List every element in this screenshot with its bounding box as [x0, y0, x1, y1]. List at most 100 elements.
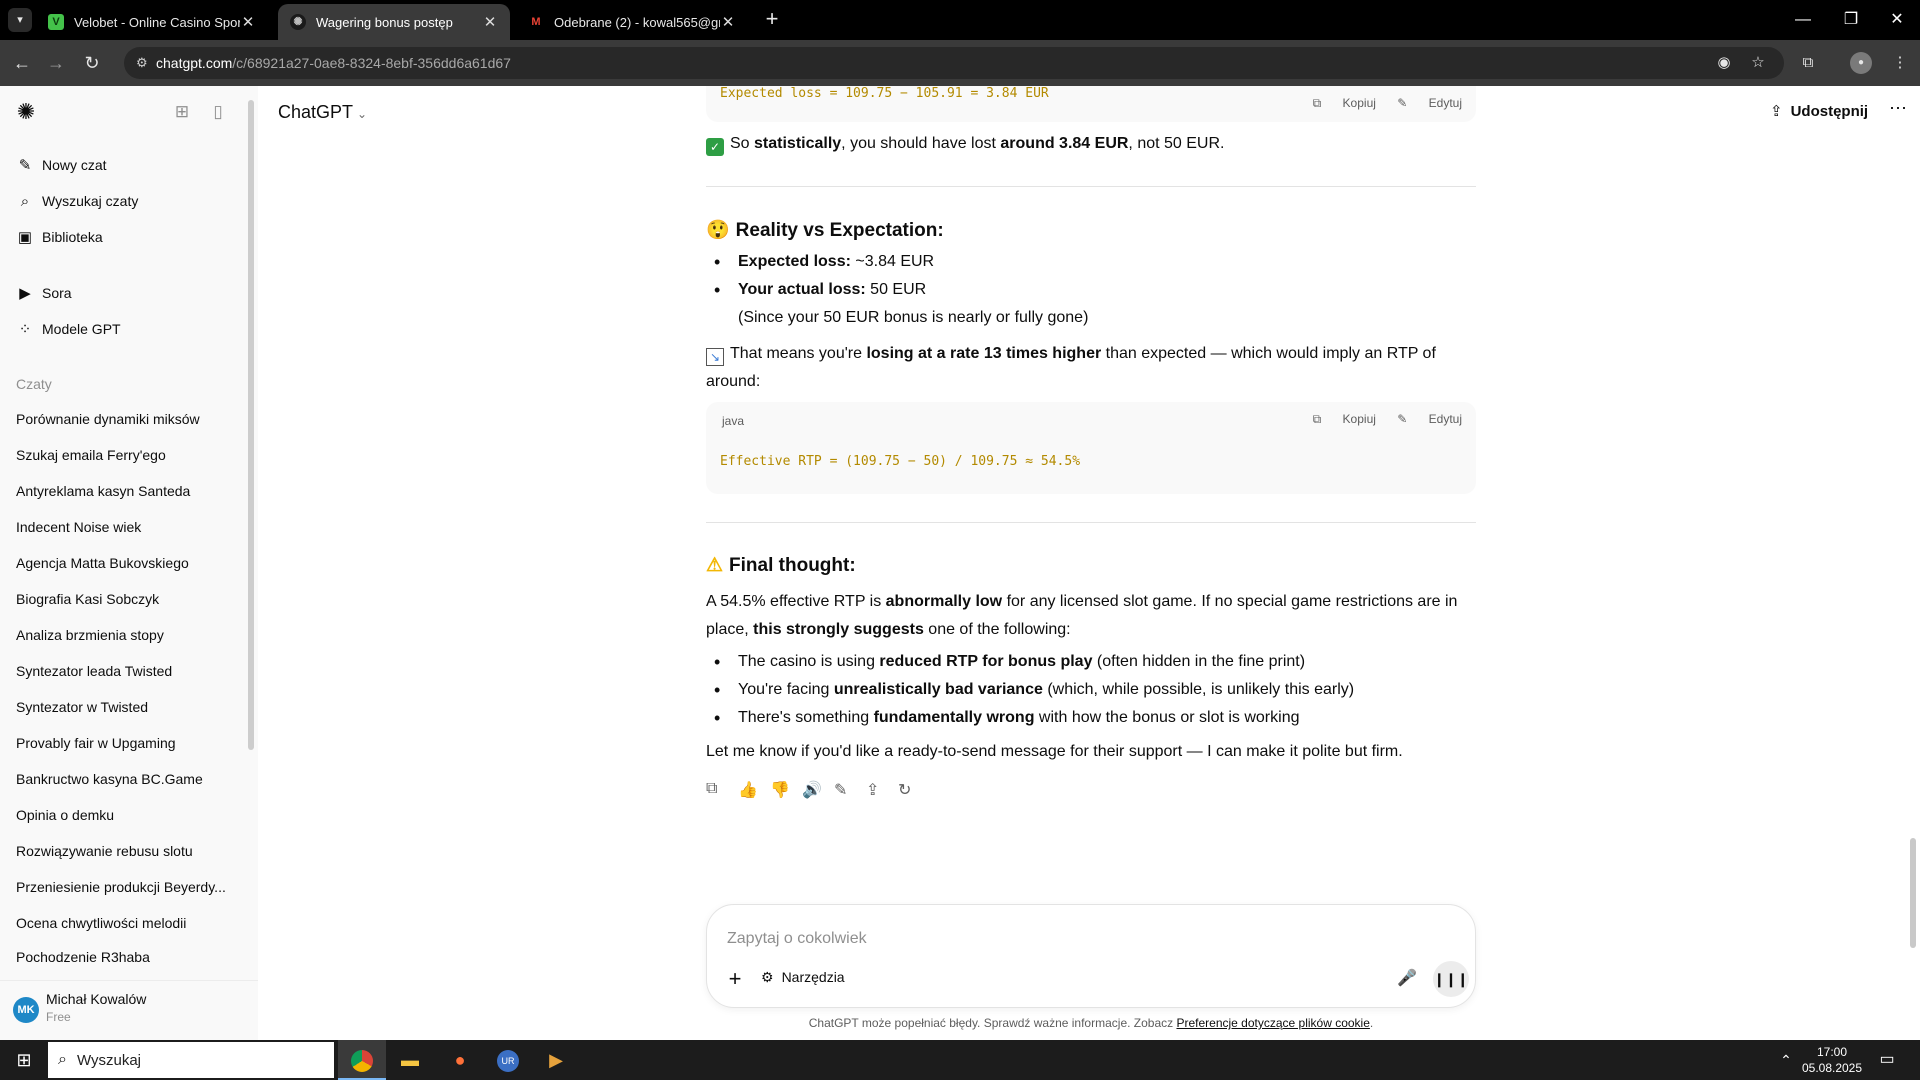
sidebar-item-sora[interactable]: ▶ Sora: [8, 276, 242, 310]
more-options-icon[interactable]: ⋯: [1886, 98, 1910, 119]
forward-arrow-icon[interactable]: →: [44, 51, 68, 75]
sidebar-item-search-chats[interactable]: ⌕ Wyszukaj czaty: [8, 184, 242, 218]
tools-button[interactable]: ⚙ Narzędzia: [761, 969, 845, 986]
chat-history-item[interactable]: Indecent Noise wiek: [8, 510, 242, 544]
final-paragraph: A 54.5% effective RTP is abnormally low …: [706, 588, 1476, 644]
windows-start-icon[interactable]: ⊞: [0, 1040, 48, 1080]
chatgpt-logo-icon[interactable]: ✺: [14, 100, 38, 124]
reality-list: Expected loss: ~3.84 EUR Your actual los…: [706, 248, 1476, 304]
chat-history-item[interactable]: Agencja Matta Bukovskiego: [8, 546, 242, 580]
bold-fragment: Expected loss:: [738, 253, 851, 270]
text-fragment: That means you're: [730, 345, 867, 362]
chat-history-item[interactable]: Bankructwo kasyna BC.Game: [8, 762, 242, 796]
copy-code-button[interactable]: ⧉ Kopiuj: [1313, 412, 1376, 426]
thumbs-up-icon[interactable]: 👍: [738, 780, 770, 802]
shocked-face-icon: 😲: [706, 220, 730, 241]
copy-code-button[interactable]: ⧉ Kopiuj: [1313, 96, 1376, 110]
heading-text: Final thought:: [729, 555, 856, 576]
chat-history-item[interactable]: Opinia o demku: [8, 798, 242, 832]
final-list: The casino is using reduced RTP for bonu…: [706, 648, 1476, 732]
tab-search-button[interactable]: ▾: [8, 8, 32, 32]
bold-fragment: unrealistically bad variance: [833, 681, 1043, 698]
chat-history-item[interactable]: Provably fair w Upgaming: [8, 726, 242, 760]
chat-history-item[interactable]: Analiza brzmienia stopy: [8, 618, 242, 652]
heading-text: Reality vs Expectation:: [735, 220, 944, 241]
site-info-icon[interactable]: ⚙: [136, 55, 156, 71]
chat-history-item[interactable]: Porównanie dynamiki miksów: [8, 402, 242, 436]
bookmark-star-icon[interactable]: ☆: [1746, 51, 1770, 75]
copy-icon[interactable]: ⧉: [706, 780, 738, 802]
microphone-icon[interactable]: 🎤: [1395, 967, 1419, 991]
browser-menu-icon[interactable]: ⋮: [1888, 51, 1912, 75]
back-arrow-icon[interactable]: ←: [10, 51, 34, 75]
add-attachment-button[interactable]: +: [723, 967, 747, 991]
edit-code-button[interactable]: ✎ Edytuj: [1397, 412, 1462, 426]
thumbs-down-icon[interactable]: 👎: [770, 780, 802, 802]
tracking-protection-icon[interactable]: ◉: [1712, 51, 1736, 75]
clock-date: 05.08.2025: [1801, 1061, 1863, 1075]
close-sidebar-icon[interactable]: ▯: [206, 100, 230, 124]
search-icon: ⌕: [20, 192, 30, 210]
close-tab-icon[interactable]: ✕: [240, 13, 256, 31]
prompt-input[interactable]: [727, 925, 1427, 953]
browser-tab-gmail[interactable]: M Odebrane (2) - kowal565@gma ✕: [516, 4, 748, 40]
chat-history-item[interactable]: Syntezator w Twisted: [8, 690, 242, 724]
url-host: chatgpt.com: [156, 55, 233, 71]
file-explorer-icon[interactable]: ▬: [386, 1040, 434, 1080]
voice-mode-button[interactable]: ❙❙❙: [1433, 961, 1469, 997]
cookie-preferences-link[interactable]: Preferencje dotyczące plików cookie: [1176, 1016, 1369, 1030]
sidebar-item-library[interactable]: ▣ Biblioteka: [8, 220, 242, 254]
closing-text: Let me know if you'd like a ready-to-sen…: [706, 743, 1403, 760]
sidebar-scrollbar[interactable]: [248, 100, 254, 750]
text-fragment: , you should have lost: [841, 135, 1001, 152]
media-player-icon[interactable]: ▶: [532, 1040, 580, 1080]
browser-tab-chatgpt[interactable]: ✺ Wagering bonus postęp ✕: [278, 4, 510, 40]
user-account-menu[interactable]: MK Michał Kowalów Free: [0, 980, 258, 1040]
section-divider: [706, 186, 1476, 187]
edit-icon[interactable]: ✎: [834, 780, 866, 802]
close-tab-icon[interactable]: ✕: [482, 13, 498, 31]
ur-browser-icon[interactable]: UR: [484, 1040, 532, 1080]
chat-history-item[interactable]: Antyreklama kasyn Santeda: [8, 474, 242, 508]
bold-fragment: Your actual loss:: [738, 281, 866, 298]
velobet-favicon-icon: V: [48, 14, 64, 30]
chrome-icon[interactable]: [338, 1040, 386, 1080]
reload-icon[interactable]: ↻: [80, 51, 104, 75]
user-name: Michał Kowalów: [46, 991, 147, 1007]
code-line: Expected loss = 109.75 − 105.91 = 3.84 E…: [720, 86, 1049, 101]
close-tab-icon[interactable]: ✕: [720, 13, 736, 31]
notifications-icon[interactable]: ▭: [1872, 1040, 1902, 1080]
gpt-grid-icon[interactable]: ⊞: [170, 100, 194, 124]
minimize-window-button[interactable]: —: [1780, 0, 1826, 40]
chat-history-item[interactable]: Pochodzenie R3haba: [8, 942, 242, 972]
read-aloud-icon[interactable]: 🔊: [802, 780, 834, 802]
browser-tab-velobet[interactable]: V Velobet - Online Casino Sports ✕: [36, 4, 268, 40]
chat-history-item[interactable]: Ocena chwytliwości melodii: [8, 906, 242, 940]
chat-history-item[interactable]: Biografia Kasi Sobczyk: [8, 582, 242, 616]
chat-history-item[interactable]: Przeniesienie produkcji Beyerdy...: [8, 870, 242, 904]
share-button[interactable]: ⇪ Udostępnij: [1770, 102, 1868, 120]
edit-code-button[interactable]: ✎ Edytuj: [1397, 96, 1462, 110]
chat-history-item[interactable]: Syntezator leada Twisted: [8, 654, 242, 688]
system-clock[interactable]: 17:00 05.08.2025: [1800, 1044, 1864, 1076]
extensions-puzzle-icon[interactable]: ⧉: [1796, 51, 1820, 75]
chat-history-item[interactable]: Rozwiązywanie rebusu slotu: [8, 834, 242, 868]
share-icon[interactable]: ⇪: [866, 780, 898, 802]
sidebar-item-gpt-models[interactable]: ⁘ Modele GPT: [8, 312, 242, 346]
show-hidden-icons-icon[interactable]: ⌃: [1776, 1040, 1796, 1080]
search-icon: ⌕: [58, 1051, 67, 1068]
chat-scrollbar[interactable]: [1910, 838, 1916, 948]
close-window-button[interactable]: ✕: [1874, 0, 1920, 40]
profile-avatar-icon[interactable]: ●: [1850, 52, 1872, 74]
taskbar-search[interactable]: ⌕ Wyszukaj: [48, 1042, 334, 1078]
model-selector[interactable]: ChatGPT ⌄: [278, 102, 367, 123]
firefox-icon[interactable]: ●: [436, 1040, 484, 1080]
regenerate-icon[interactable]: ↻: [898, 780, 930, 802]
edit-label: Edytuj: [1428, 96, 1462, 110]
check-mark-icon: ✓: [706, 138, 724, 156]
address-bar[interactable]: ⚙ chatgpt.com /c/68921a27-0ae8-8324-8ebf…: [124, 47, 1784, 79]
new-tab-button[interactable]: +: [760, 8, 784, 32]
restore-window-button[interactable]: ❐: [1828, 0, 1874, 40]
sidebar-item-new-chat[interactable]: ✎ Nowy czat: [8, 148, 242, 182]
chat-history-item[interactable]: Szukaj emaila Ferry'ego: [8, 438, 242, 472]
